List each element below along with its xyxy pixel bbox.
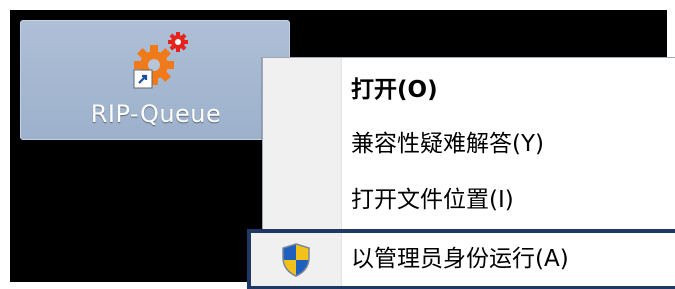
menu-item-open[interactable]: 打开(O) bbox=[263, 64, 675, 116]
context-menu: 打开(O) 兼容性疑难解答(Y) 打开文件位置(I) 以管理员身份运行(A) bbox=[247, 57, 675, 289]
shortcut-label: RIP-Queue bbox=[90, 100, 222, 128]
menu-item-troubleshoot-compatibility[interactable]: 兼容性疑难解答(Y) bbox=[263, 118, 675, 170]
menu-item-label: 打开(O) bbox=[351, 77, 438, 103]
rip-queue-shortcut[interactable]: RIP-Queue bbox=[20, 20, 290, 140]
menu-item-label: 打开文件位置(I) bbox=[351, 187, 514, 213]
screenshot: RIP-Queue 打开(O) 兼容性疑难解答(Y) 打开文件位置(I) 以管理… bbox=[0, 0, 675, 289]
menu-item-open-file-location[interactable]: 打开文件位置(I) bbox=[263, 174, 675, 226]
menu-item-run-as-administrator[interactable]: 以管理员身份运行(A) bbox=[247, 229, 675, 289]
menu-item-label: 兼容性疑难解答(Y) bbox=[351, 131, 544, 157]
gear-shortcut-icon bbox=[133, 32, 188, 89]
gutter-separator bbox=[341, 233, 342, 286]
uac-shield-icon bbox=[282, 243, 310, 277]
menu-item-label: 以管理员身份运行(A) bbox=[351, 246, 569, 272]
